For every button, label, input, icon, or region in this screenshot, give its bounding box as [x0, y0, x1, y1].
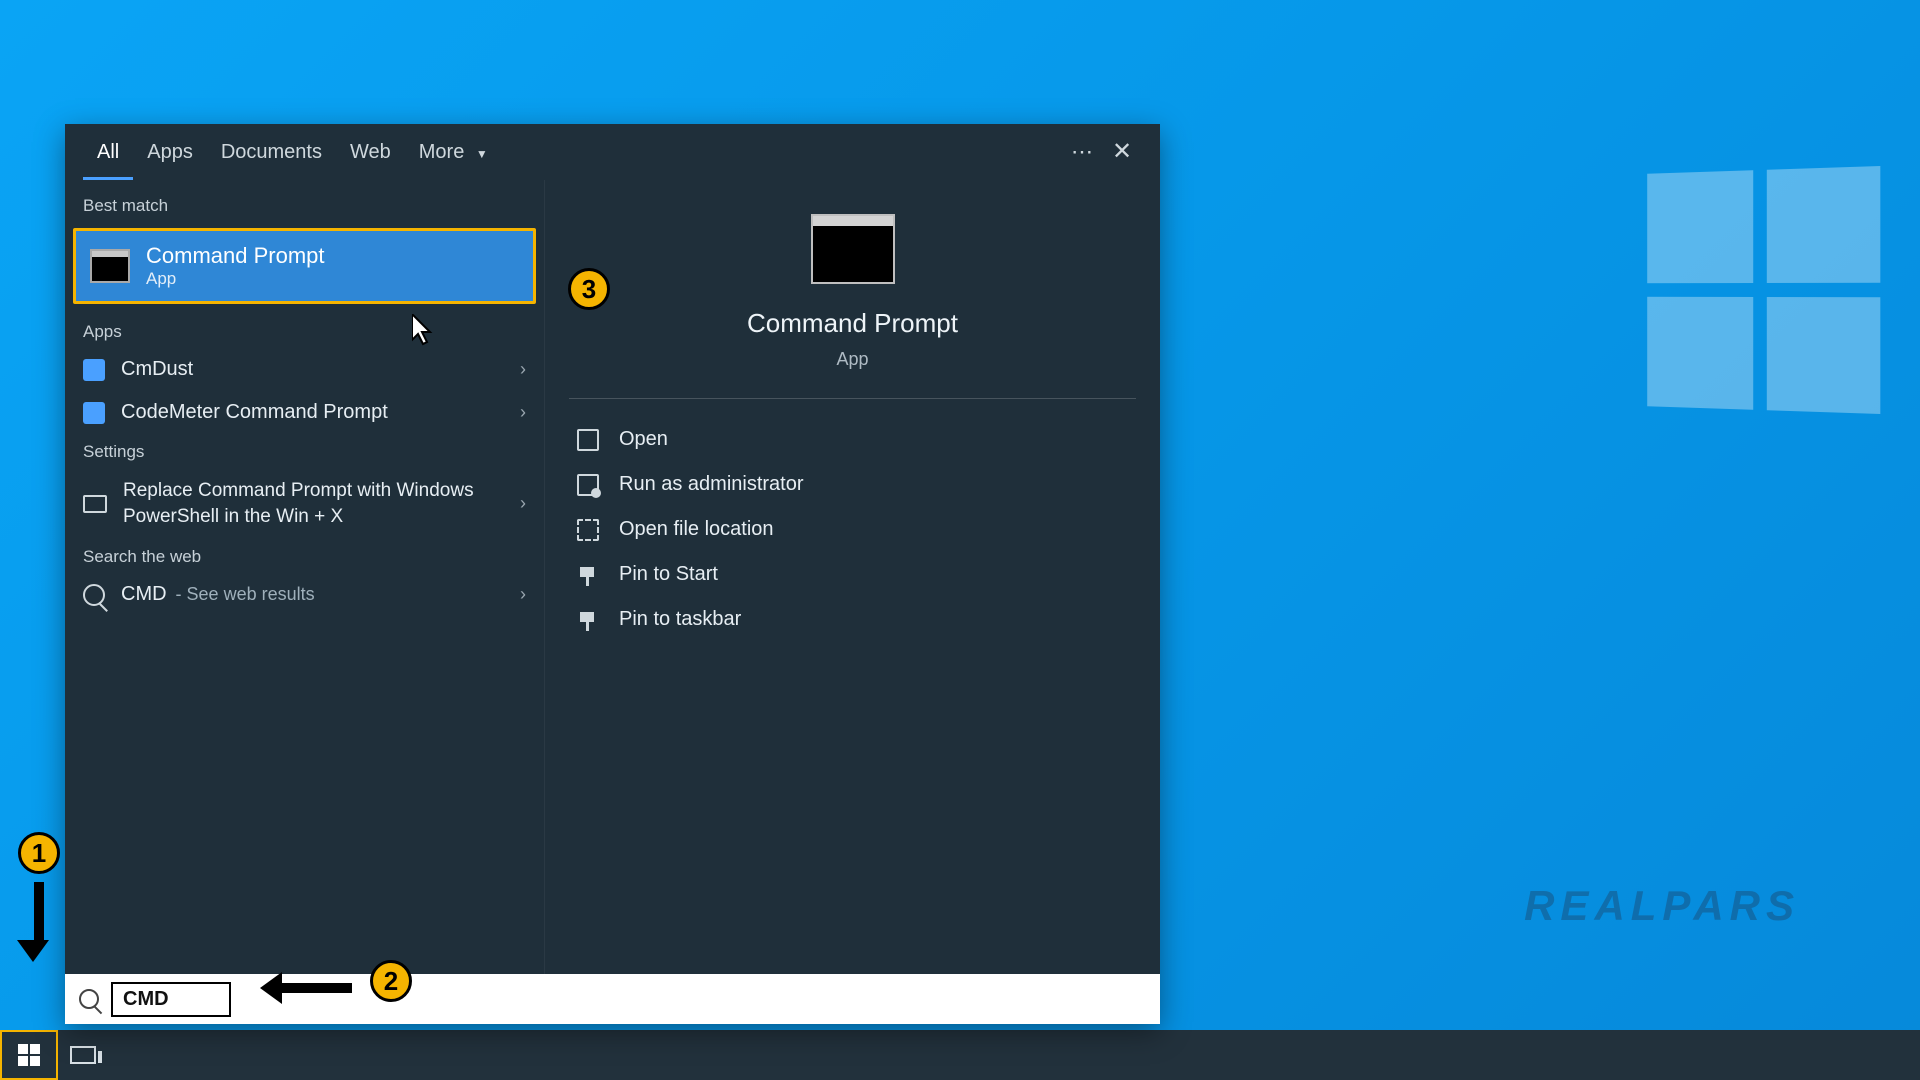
action-pin-start[interactable]: Pin to Start: [569, 552, 1136, 597]
start-search-panel: All Apps Documents Web More ▼ ⋯ ✕ Best m…: [65, 124, 1160, 1024]
open-icon: [577, 429, 599, 451]
search-icon: [83, 584, 105, 606]
annotation-arrow-1: [28, 882, 49, 962]
results-column: Best match Command Prompt App Apps CmDus…: [65, 180, 545, 974]
close-icon: ✕: [1112, 137, 1132, 166]
watermark-text: REALPARS: [1524, 882, 1800, 930]
more-options-button[interactable]: ⋯: [1062, 132, 1102, 172]
action-run-as-admin[interactable]: Run as administrator: [569, 462, 1136, 507]
annotation-arrow-2: [260, 972, 352, 1004]
action-label: Pin to taskbar: [619, 608, 741, 631]
command-prompt-icon: [811, 214, 895, 284]
annotation-badge-2: 2: [370, 960, 412, 1002]
preview-actions: Open Run as administrator Open file loca…: [569, 399, 1136, 642]
tab-more-label: More: [419, 141, 465, 163]
settings-entry-icon: [83, 495, 107, 513]
best-match-title: Command Prompt: [146, 243, 325, 269]
preview-column: Command Prompt App Open Run as administr…: [545, 180, 1160, 974]
task-view-icon: [70, 1046, 96, 1064]
chevron-down-icon: ▼: [476, 147, 488, 161]
close-button[interactable]: ✕: [1102, 132, 1142, 172]
best-match-result[interactable]: Command Prompt App: [73, 228, 536, 304]
chevron-right-icon: ›: [520, 402, 526, 423]
admin-icon: [577, 474, 599, 496]
preview-subtitle: App: [836, 349, 868, 370]
taskbar: [0, 1030, 1920, 1080]
command-prompt-icon: [90, 249, 130, 283]
search-input[interactable]: CMD: [111, 982, 231, 1017]
action-label: Open: [619, 428, 668, 451]
search-bar[interactable]: CMD: [65, 974, 1160, 1024]
web-result[interactable]: CMD - See web results ›: [65, 573, 544, 616]
settings-result[interactable]: Replace Command Prompt with Windows Powe…: [65, 468, 544, 539]
settings-result-label: Replace Command Prompt with Windows Powe…: [123, 478, 493, 529]
app-icon: [83, 359, 105, 381]
app-result-label: CodeMeter Command Prompt: [121, 401, 388, 424]
preview-title: Command Prompt: [747, 308, 958, 339]
pin-icon: [577, 564, 599, 586]
web-result-term: CMD: [121, 583, 167, 605]
folder-icon: [577, 519, 599, 541]
annotation-badge-1: 1: [18, 832, 60, 874]
pin-icon: [577, 609, 599, 631]
tab-apps[interactable]: Apps: [133, 124, 207, 180]
tab-more[interactable]: More ▼: [405, 124, 502, 180]
task-view-button[interactable]: [58, 1030, 108, 1080]
best-match-subtitle: App: [146, 269, 325, 289]
web-result-suffix: - See web results: [171, 584, 315, 604]
section-settings: Settings: [65, 434, 544, 468]
action-open-location[interactable]: Open file location: [569, 507, 1136, 552]
action-open[interactable]: Open: [569, 417, 1136, 462]
section-search-web: Search the web: [65, 539, 544, 573]
action-label: Open file location: [619, 518, 774, 541]
search-icon: [79, 989, 99, 1009]
tab-documents[interactable]: Documents: [207, 124, 336, 180]
chevron-right-icon: ›: [520, 493, 526, 514]
search-tabs: All Apps Documents Web More ▼ ⋯ ✕: [65, 124, 1160, 180]
app-icon: [83, 402, 105, 424]
app-result-cmdust[interactable]: CmDust ›: [65, 348, 544, 391]
section-apps: Apps: [65, 314, 544, 348]
app-result-label: CmDust: [121, 358, 193, 381]
windows-icon: [18, 1044, 40, 1066]
start-button[interactable]: [0, 1030, 58, 1080]
chevron-right-icon: ›: [520, 359, 526, 380]
app-result-codemeter[interactable]: CodeMeter Command Prompt ›: [65, 391, 544, 434]
tab-all[interactable]: All: [83, 124, 133, 180]
tab-web[interactable]: Web: [336, 124, 405, 180]
action-label: Pin to Start: [619, 563, 718, 586]
annotation-badge-3: 3: [568, 268, 610, 310]
chevron-right-icon: ›: [520, 584, 526, 605]
windows-logo-wallpaper: [1647, 166, 1880, 414]
section-best-match: Best match: [65, 188, 544, 222]
ellipsis-icon: ⋯: [1071, 139, 1093, 165]
action-label: Run as administrator: [619, 473, 804, 496]
action-pin-taskbar[interactable]: Pin to taskbar: [569, 597, 1136, 642]
